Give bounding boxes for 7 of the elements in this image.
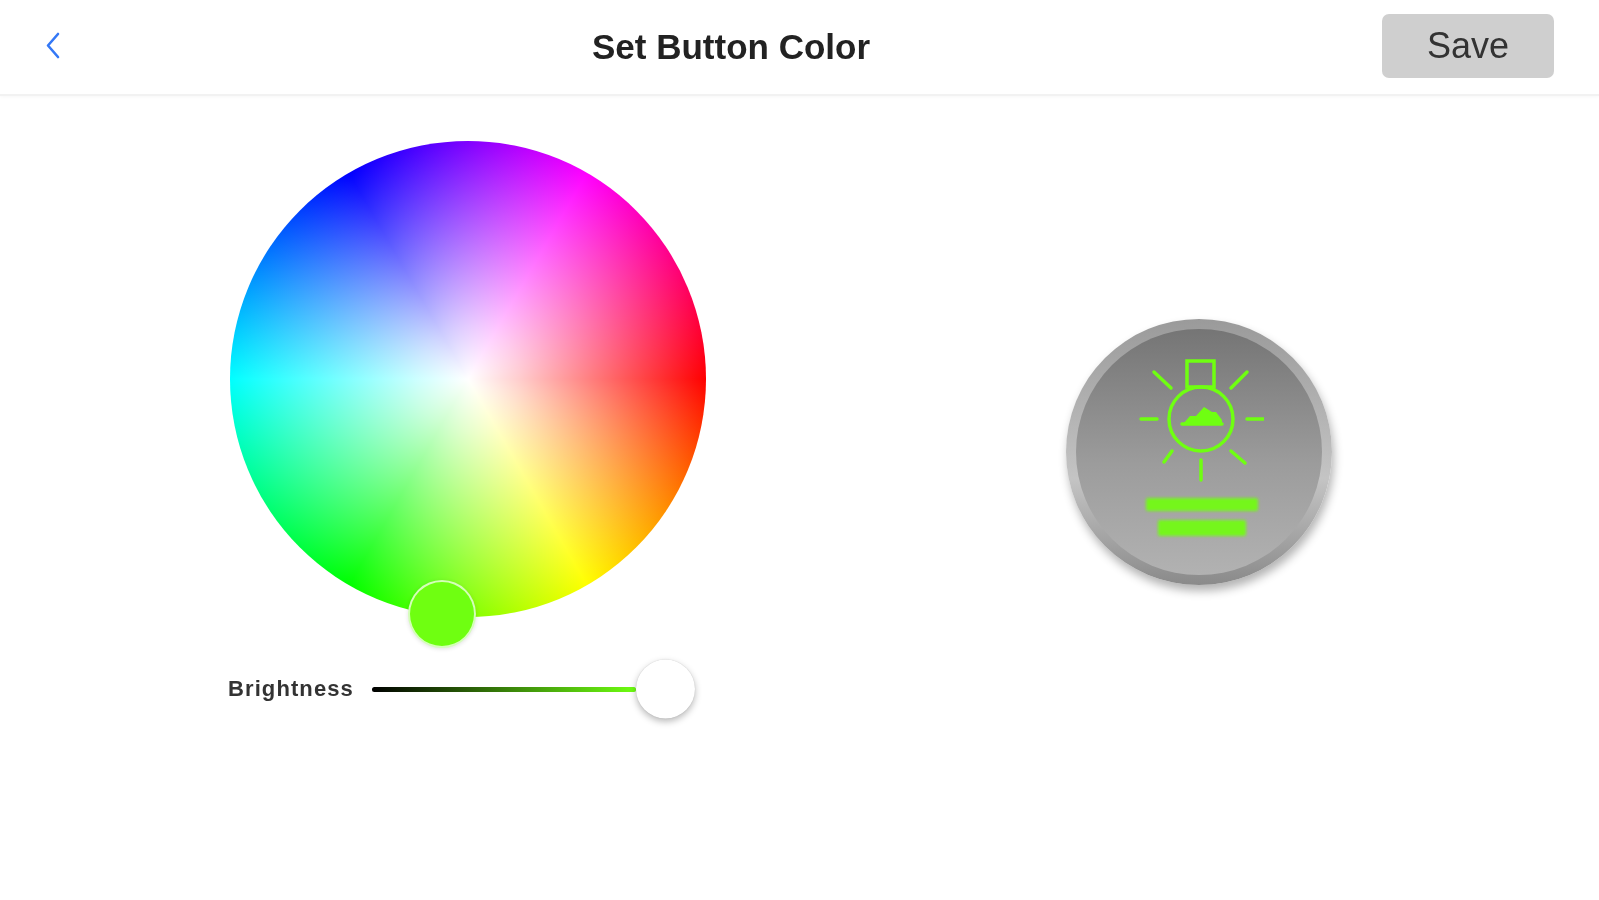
save-button[interactable]: Save (1382, 14, 1554, 78)
brightness-label: Brightness (228, 676, 355, 702)
brightness-thumb[interactable] (636, 659, 695, 719)
chevron-left-icon (45, 31, 61, 59)
brightness-slider[interactable] (372, 686, 636, 692)
page-title: Set Button Color (592, 27, 871, 67)
back-button[interactable] (45, 31, 61, 59)
